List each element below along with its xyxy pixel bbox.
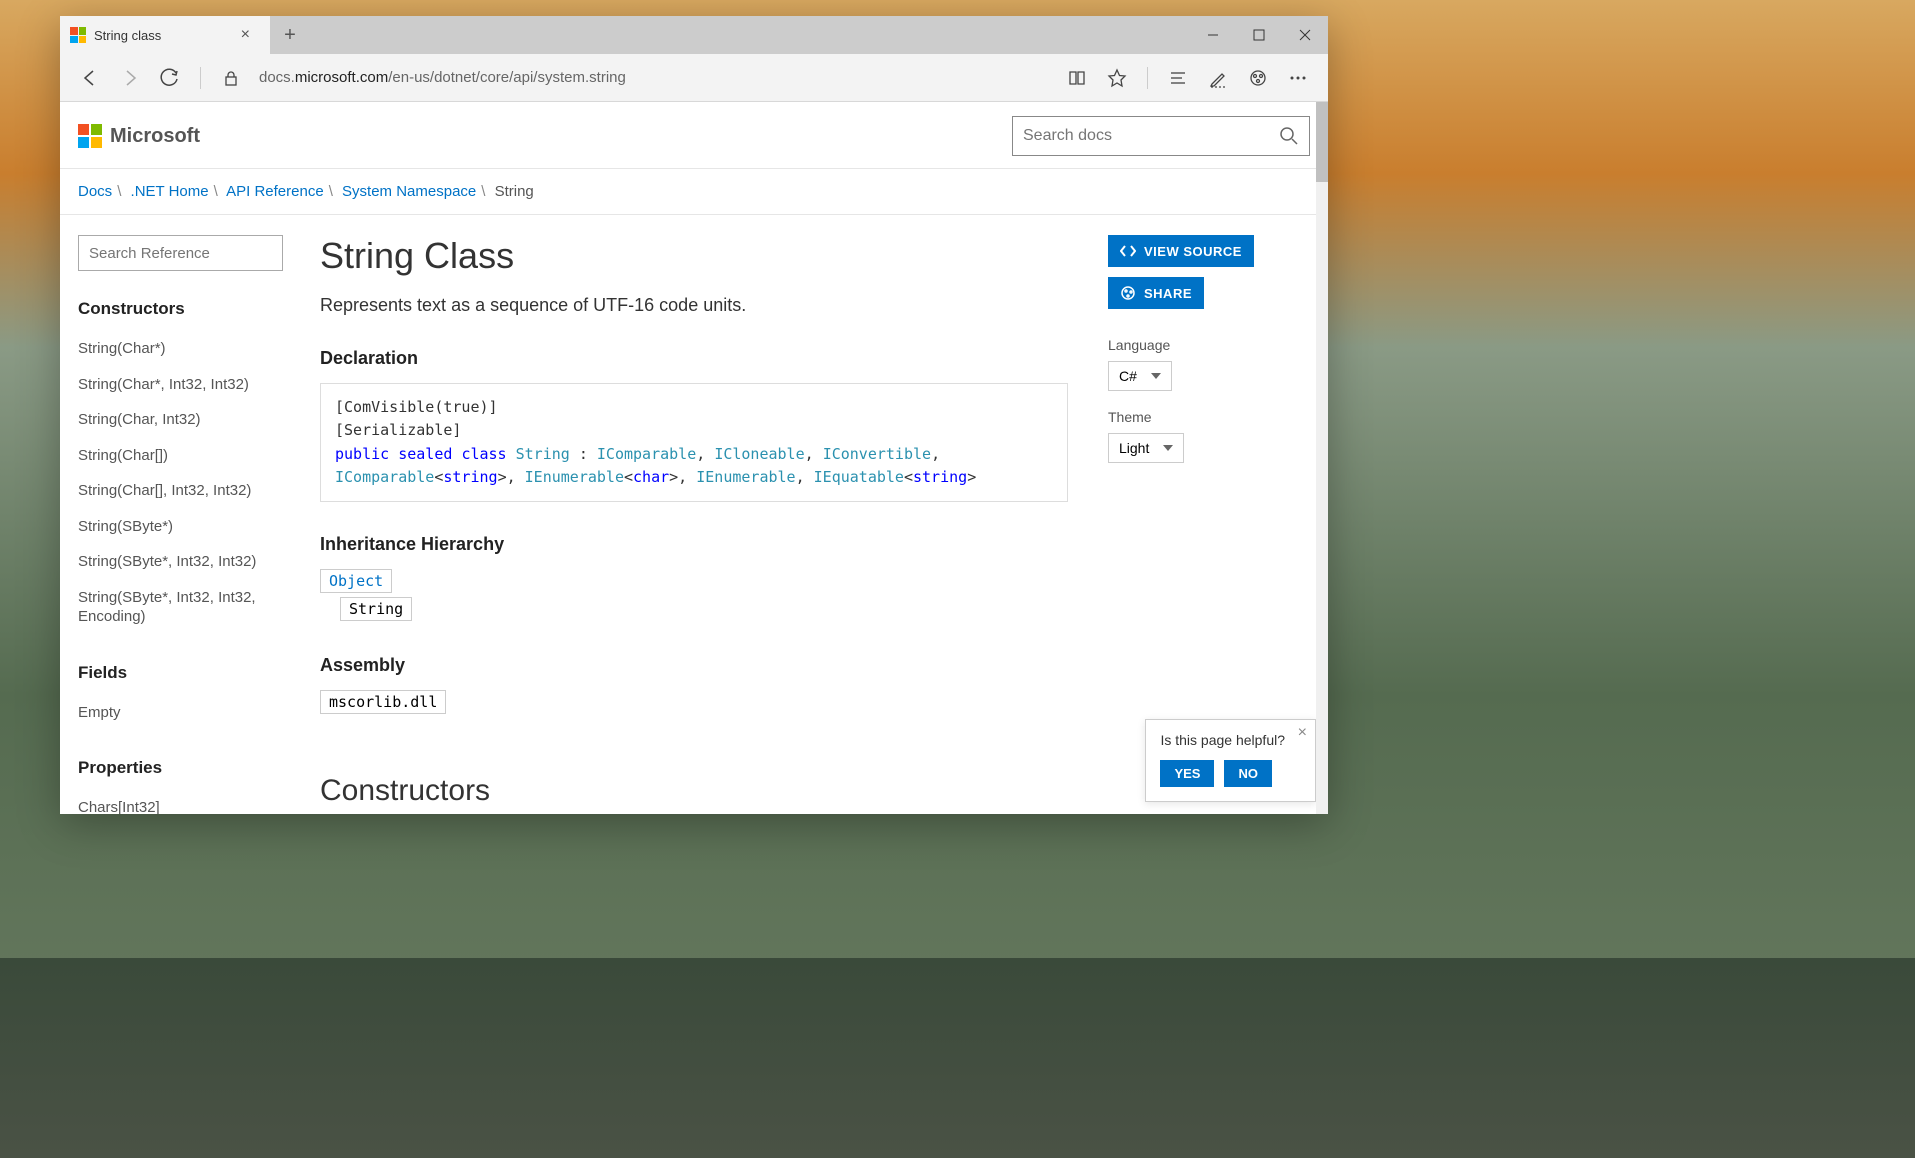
hierarchy-derived: String [340,597,412,621]
lock-icon [213,60,249,96]
new-tab-button[interactable]: + [270,16,310,54]
breadcrumb-link[interactable]: System Namespace [342,183,476,200]
titlebar: String class × + [60,16,1328,54]
tab-title: String class [94,28,227,43]
reading-view-icon[interactable] [1059,60,1095,96]
back-button[interactable] [72,60,108,96]
sidebar-item[interactable]: Chars[Int32] [78,790,302,814]
hub-icon[interactable] [1160,60,1196,96]
chevron-down-icon [1163,445,1173,451]
microsoft-logo-text: Microsoft [110,125,200,148]
share-button[interactable]: SHARE [1108,277,1204,309]
feedback-yes-button[interactable]: YES [1160,760,1214,787]
refresh-button[interactable] [152,60,188,96]
microsoft-logo[interactable]: Microsoft [78,124,200,148]
more-icon[interactable] [1280,60,1316,96]
sidebar-item[interactable]: String(SByte*, Int32, Int32) [78,544,302,580]
breadcrumb-link[interactable]: .NET Home [131,183,209,200]
close-window-button[interactable] [1282,16,1328,54]
breadcrumb-current: String [495,183,534,200]
theme-dropdown[interactable]: Light [1108,433,1184,463]
feedback-close-icon[interactable]: × [1298,724,1307,742]
sidebar-section-title: Constructors [78,299,302,319]
assembly-heading: Assembly [320,655,1068,676]
search-docs-input[interactable] [1023,127,1279,145]
declaration-heading: Declaration [320,348,1068,369]
declaration-code: [ComVisible(true)] [Serializable] public… [320,383,1068,502]
page-title: String Class [320,235,1068,277]
assembly-value: mscorlib.dll [320,690,446,714]
sidebar-item[interactable]: String(Char*, Int32, Int32) [78,367,302,403]
scrollbar-thumb[interactable] [1316,102,1328,182]
maximize-button[interactable] [1236,16,1282,54]
share-icon[interactable] [1240,60,1276,96]
code-icon [1120,243,1136,259]
share-icon [1120,285,1136,301]
language-dropdown[interactable]: C# [1108,361,1172,391]
search-docs[interactable] [1012,116,1310,156]
breadcrumb: Docs\ .NET Home\ API Reference\ System N… [60,169,1328,215]
feedback-question: Is this page helpful? [1160,732,1301,748]
view-source-button[interactable]: VIEW SOURCE [1108,235,1254,267]
browser-tab[interactable]: String class × [60,16,270,54]
feedback-no-button[interactable]: NO [1224,760,1272,787]
notes-icon[interactable] [1200,60,1236,96]
window-controls [1190,16,1328,54]
microsoft-logo-icon [78,124,102,148]
sidebar-section-title: Properties [78,758,302,778]
theme-label: Theme [1108,409,1310,425]
sidebar-item[interactable]: String(Char, Int32) [78,402,302,438]
sidebar: Constructors String(Char*)String(Char*, I… [60,215,320,814]
hierarchy-heading: Inheritance Hierarchy [320,534,1068,555]
breadcrumb-link[interactable]: Docs [78,183,112,200]
feedback-popup: × Is this page helpful? YES NO [1145,719,1316,802]
page-description: Represents text as a sequence of UTF-16 … [320,295,1068,316]
sidebar-item[interactable]: String(Char[], Int32, Int32) [78,473,302,509]
article: String Class Represents text as a sequen… [320,215,1108,814]
sidebar-section-title: Fields [78,663,302,683]
navbar: docs.microsoft.com/en-us/dotnet/core/api… [60,54,1328,102]
browser-window: String class × + docs.microsoft.com/en-u… [60,16,1328,814]
site-header: Microsoft [60,102,1328,169]
scrollbar[interactable] [1316,102,1328,814]
sidebar-item[interactable]: String(SByte*, Int32, Int32, Encoding) [78,580,302,635]
breadcrumb-link[interactable]: API Reference [226,183,324,200]
address-bar[interactable]: docs.microsoft.com/en-us/dotnet/core/api… [253,69,1055,86]
sidebar-item[interactable]: String(SByte*) [78,509,302,545]
close-tab-icon[interactable]: × [235,26,256,44]
page-content: Microsoft Docs\ .NET Home\ API Reference… [60,102,1328,814]
chevron-down-icon [1151,373,1161,379]
constructors-section-heading: Constructors [320,774,1068,808]
minimize-button[interactable] [1190,16,1236,54]
sidebar-item[interactable]: Empty [78,695,302,731]
search-icon [1279,126,1299,146]
inheritance-hierarchy: Object String [320,569,1068,625]
favorite-icon[interactable] [1099,60,1135,96]
forward-button[interactable] [112,60,148,96]
sidebar-item[interactable]: String(Char[]) [78,438,302,474]
hierarchy-base[interactable]: Object [320,569,392,593]
sidebar-item[interactable]: String(Char*) [78,331,302,367]
language-label: Language [1108,337,1310,353]
search-reference-input[interactable] [78,235,283,271]
tab-favicon [70,27,86,43]
